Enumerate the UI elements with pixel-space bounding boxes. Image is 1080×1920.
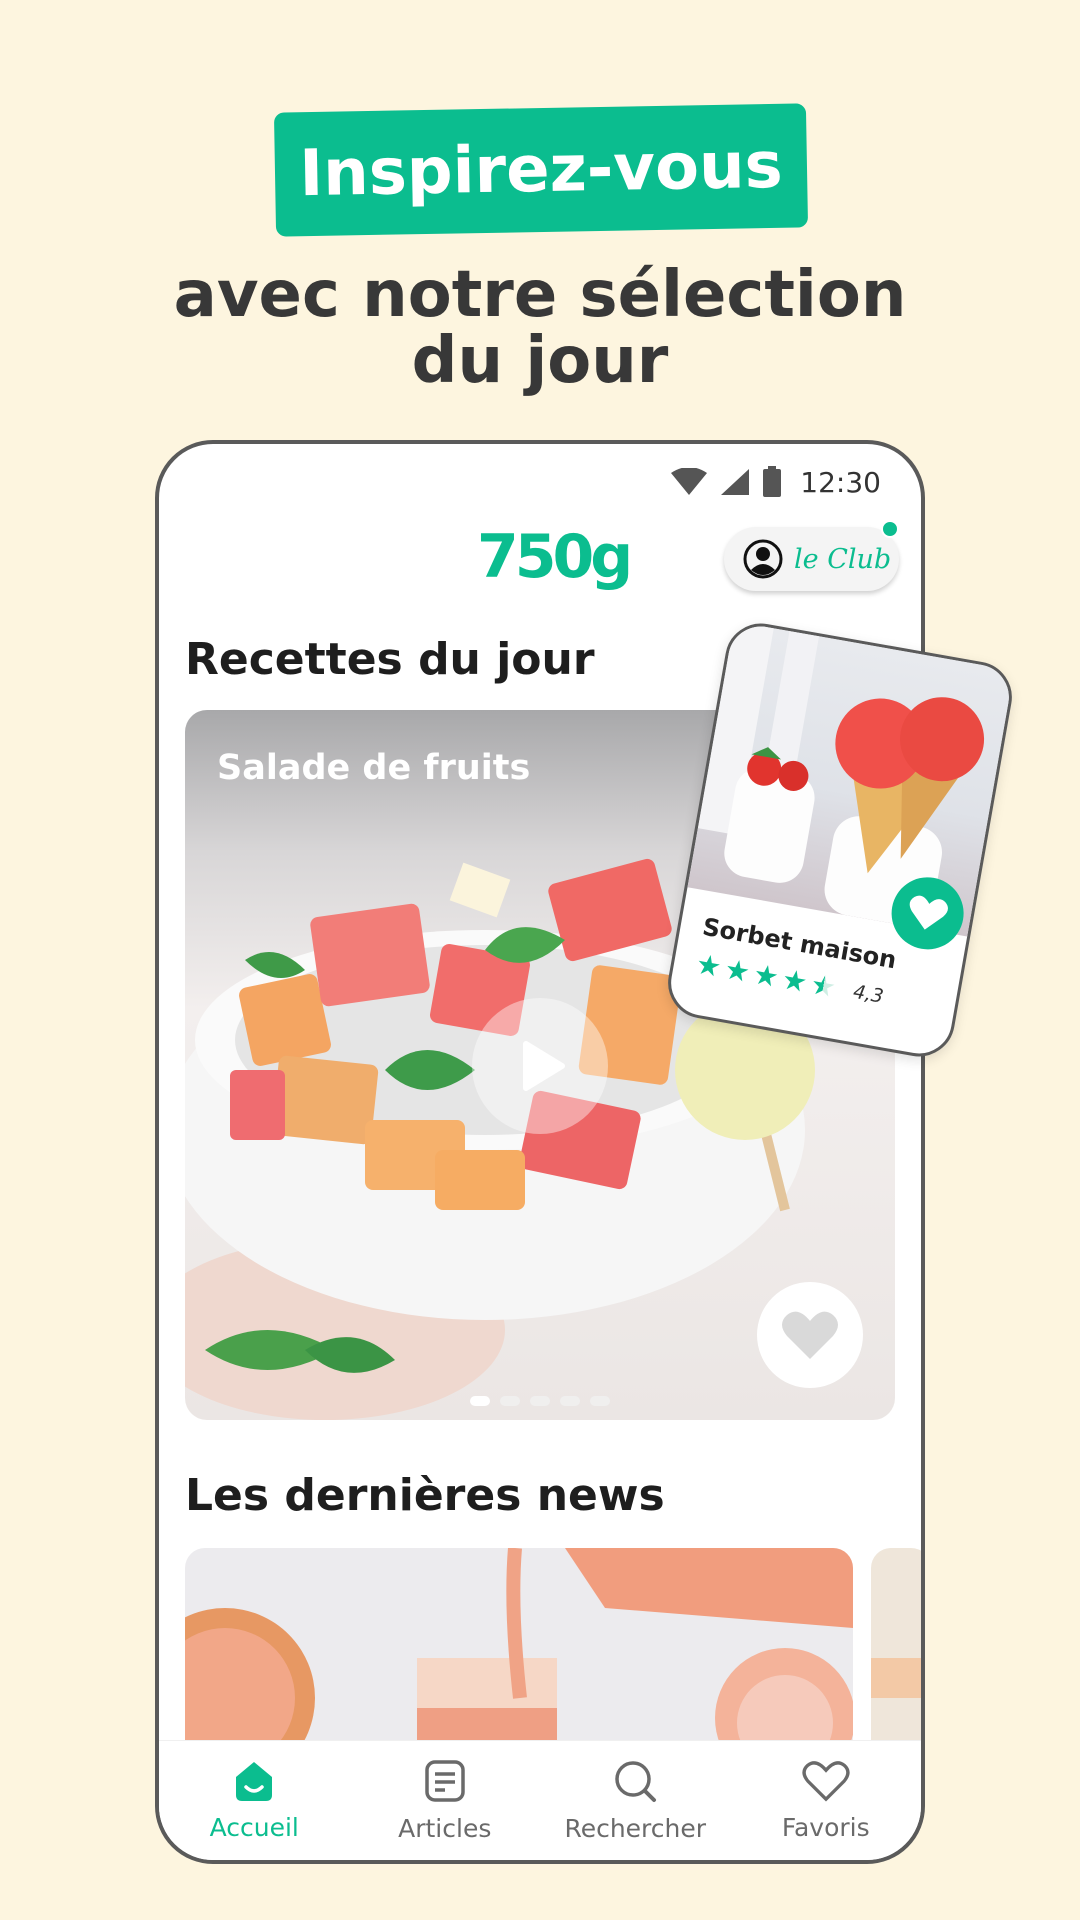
articles-icon xyxy=(422,1758,468,1810)
bottom-navigation: Accueil Articles Rechercher Favoris xyxy=(159,1740,921,1860)
nav-item-favoris[interactable]: Favoris xyxy=(731,1741,922,1860)
signal-icon xyxy=(721,469,750,495)
news-card[interactable] xyxy=(871,1548,921,1748)
nav-item-label: Rechercher xyxy=(564,1814,707,1843)
news-card[interactable] xyxy=(185,1548,853,1748)
sorbet-illustration xyxy=(697,621,985,926)
carousel-indicator xyxy=(185,1396,895,1406)
brand-logo[interactable]: 750g xyxy=(477,522,633,592)
status-bar: 12:30 xyxy=(670,462,881,502)
play-icon xyxy=(523,1041,565,1091)
section-title-daily: Recettes du jour xyxy=(185,634,595,685)
battery-icon xyxy=(763,466,782,497)
promo-subtitle: avec notre sélection du jour xyxy=(0,262,1080,394)
promo-subtitle-line1: avec notre sélection xyxy=(173,258,907,332)
rating-value: 4,3 xyxy=(851,980,886,1008)
status-time: 12:30 xyxy=(800,465,881,499)
carousel-dot[interactable] xyxy=(470,1396,490,1406)
star-icon: ★ xyxy=(722,952,753,990)
promo-subtitle-line2: du jour xyxy=(411,324,669,398)
play-button[interactable] xyxy=(472,998,608,1134)
nav-item-articles[interactable]: Articles xyxy=(350,1741,541,1860)
nav-item-rechercher[interactable]: Rechercher xyxy=(540,1741,731,1860)
sorbet-image xyxy=(687,621,1015,937)
heart-icon xyxy=(909,895,948,930)
wifi-icon xyxy=(671,468,708,495)
heart-icon xyxy=(782,1311,838,1359)
carousel-dot[interactable] xyxy=(530,1396,550,1406)
carousel-dot[interactable] xyxy=(560,1396,580,1406)
news-image xyxy=(871,1548,921,1748)
nav-item-label: Articles xyxy=(398,1814,492,1843)
search-icon xyxy=(612,1758,658,1810)
hero-recipe-title: Salade de fruits xyxy=(217,748,531,788)
hero-favorite-button[interactable] xyxy=(757,1282,863,1388)
notification-dot xyxy=(881,520,899,538)
juice-image xyxy=(185,1548,853,1748)
star-icon: ★ xyxy=(779,962,810,1000)
promo-badge: Inspirez-vous xyxy=(273,103,809,237)
nav-item-label: Accueil xyxy=(209,1813,299,1842)
nav-item-accueil[interactable]: Accueil xyxy=(159,1741,350,1860)
user-icon xyxy=(743,539,783,579)
carousel-dot[interactable] xyxy=(500,1396,520,1406)
club-label: le Club xyxy=(794,543,892,575)
heart-icon xyxy=(802,1759,850,1809)
nav-item-label: Favoris xyxy=(781,1813,870,1842)
club-button[interactable]: le Club xyxy=(724,520,899,591)
star-icon: ★ xyxy=(750,957,782,995)
section-title-news: Les dernières news xyxy=(185,1470,665,1521)
carousel-dot[interactable] xyxy=(590,1396,610,1406)
star-icon: ★ xyxy=(693,947,724,985)
star-icon: ★ xyxy=(808,967,839,1005)
home-icon xyxy=(230,1759,278,1809)
